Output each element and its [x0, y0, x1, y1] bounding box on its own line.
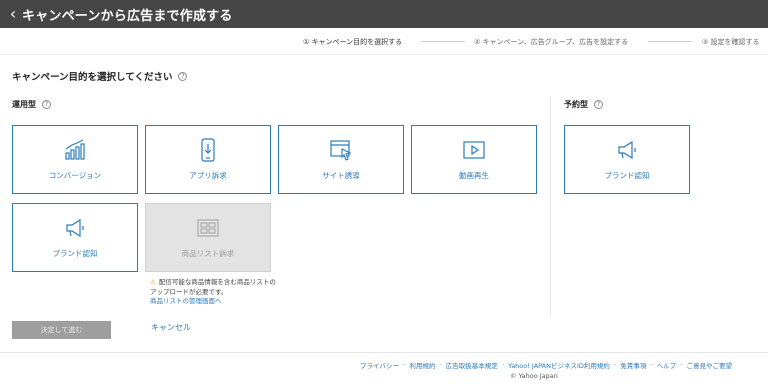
section-reservation-text: 予約型 [564, 100, 588, 109]
reservation-card-brand-awareness[interactable]: ブランド認知 [564, 125, 690, 194]
help-icon[interactable]: ? [594, 100, 603, 109]
objective-card-brand-awareness[interactable]: ブランド認知 [12, 203, 138, 272]
objective-card-site-traffic[interactable]: サイト誘導 [278, 125, 404, 194]
footer-link-help[interactable]: ヘルプ [657, 360, 677, 370]
step-2: ② キャンペーン、広告グループ、広告を設定する [474, 38, 629, 46]
footer-divider [0, 352, 768, 353]
objective-heading-text: キャンペーン目的を選択してください [12, 72, 173, 83]
step-connector [648, 41, 692, 42]
card-label: 商品リスト訴求 [181, 249, 235, 258]
top-bar: ‹ キャンペーンから広告まで作成する [0, 0, 768, 28]
card-label: アプリ訴求 [189, 171, 227, 180]
footer-link-terms[interactable]: 利用規約 [409, 360, 435, 370]
step-3: ③ 設定を確認する [702, 38, 760, 46]
footer-sep: - [613, 360, 617, 368]
smartphone-download-icon [201, 138, 215, 162]
bar-chart-icon [65, 139, 85, 160]
footer-links: プライバシー - 利用規約 - 広告取扱基本規定 - Yahoo! JAPANビジネス… [360, 360, 732, 370]
warning-icon: ⚠ [150, 278, 156, 286]
back-chevron-icon[interactable]: ‹ [4, 0, 22, 28]
header-divider [0, 54, 768, 55]
section-operational-text: 運用型 [12, 100, 36, 109]
product-list-admin-link[interactable]: 商品リストの管理画面へ [150, 297, 222, 305]
note-text: 配信可能な商品情報を含む商品リストのアップロードが必要です。 [150, 278, 276, 296]
footer-sep: - [403, 360, 406, 368]
step-connector [421, 41, 465, 42]
section-operational: 運用型 ? [12, 99, 51, 110]
section-reservation: 予約型 ? [564, 99, 603, 110]
card-label: サイト誘導 [322, 171, 360, 180]
footer-sep: - [680, 360, 683, 368]
card-label: 動画再生 [459, 171, 489, 180]
objective-heading: キャンペーン目的を選択してください ? [12, 69, 188, 83]
footer-link-business-id[interactable]: Yahoo! JAPANビジネスID利用規約 [508, 360, 610, 370]
objective-card-conversion[interactable]: コンバージョン [12, 125, 138, 194]
confirm-button[interactable]: 決定して進む [12, 321, 111, 339]
footer-link-privacy[interactable]: プライバシー [360, 360, 399, 370]
cancel-link[interactable]: キャンセル [151, 322, 191, 333]
objective-card-video-play[interactable]: 動画再生 [411, 125, 537, 194]
help-icon[interactable]: ? [42, 100, 51, 109]
help-icon[interactable]: ? [178, 71, 188, 81]
progress-steps: ① キャンペーン目的を選択する ② キャンペーン、広告グループ、広告を設定する … [0, 28, 768, 54]
card-label: ブランド認知 [52, 249, 98, 258]
footer-sep: - [501, 360, 505, 368]
footer-link-feedback[interactable]: ご意見やご要望 [687, 360, 733, 370]
footer-sep: - [439, 360, 442, 368]
product-grid-icon [197, 219, 219, 237]
browser-cursor-icon [330, 140, 352, 161]
footer-sep: - [650, 360, 653, 368]
footer-link-disclaimer[interactable]: 免責事項 [620, 360, 646, 370]
megaphone-icon [618, 140, 636, 160]
step-1: ① キャンペーン目的を選択する [303, 38, 403, 46]
copyright: © Yahoo Japan [510, 372, 558, 380]
objective-card-product-list: 商品リスト訴求 [145, 203, 271, 272]
card-label: ブランド認知 [604, 171, 650, 180]
product-list-note: ⚠ 配信可能な商品情報を含む商品リストのアップロードが必要です。 商品リストの管理… [150, 278, 280, 307]
footer-link-ad-rules[interactable]: 広告取扱基本規定 [446, 360, 498, 370]
section-divider [550, 96, 551, 316]
video-play-icon [463, 141, 485, 159]
objective-card-app-promo[interactable]: アプリ訴求 [145, 125, 271, 194]
card-label: コンバージョン [48, 171, 102, 180]
page-title: キャンペーンから広告まで作成する [22, 8, 233, 24]
megaphone-icon [66, 218, 84, 238]
